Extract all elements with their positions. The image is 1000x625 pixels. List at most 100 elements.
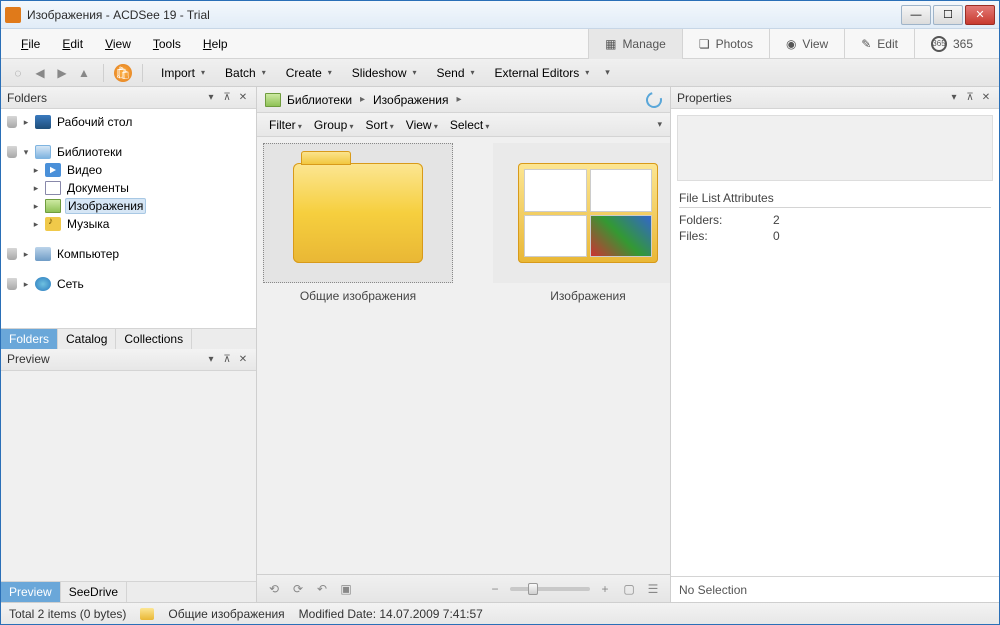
toolbar-create[interactable]: Create [278, 64, 340, 82]
menu-tools[interactable]: Tools [143, 33, 191, 55]
status-selected: Общие изображения [168, 607, 284, 621]
tree-images[interactable]: ▸Изображения [1, 197, 256, 215]
sort-dropdown[interactable]: Sort [362, 118, 398, 132]
toolbar-overflow-icon[interactable]: ▾ [605, 67, 610, 78]
tree-video[interactable]: ▸Видео [1, 161, 256, 179]
panel-pin-icon[interactable]: ⊼ [220, 92, 234, 103]
maximize-button[interactable] [933, 5, 963, 25]
tree-music[interactable]: ▸Музыка [1, 215, 256, 233]
photos-icon: ❏ [699, 37, 710, 51]
mode-manage[interactable]: ▦Manage [588, 29, 682, 59]
status-bar: Total 2 items (0 bytes) Общие изображени… [1, 602, 999, 624]
attr-folders-label: Folders: [679, 213, 749, 227]
folders-panel-header: Folders ▾ ⊼ ✕ [1, 87, 256, 109]
app-icon [5, 7, 21, 23]
panel-menu-icon[interactable]: ▾ [204, 92, 218, 103]
toolbar-import[interactable]: Import [153, 64, 213, 82]
tab-collections[interactable]: Collections [116, 329, 192, 349]
file-list-attributes: File List Attributes Folders:2 Files:0 [671, 187, 999, 248]
menu-help[interactable]: Help [193, 33, 238, 55]
undo-icon[interactable]: ↶ [313, 580, 331, 598]
folder-item-images[interactable]: Изображения [493, 143, 670, 303]
tab-catalog[interactable]: Catalog [58, 329, 116, 349]
panel-pin-icon[interactable]: ⊼ [963, 92, 977, 103]
menubar: File Edit View Tools Help ▦Manage ❏Photo… [1, 29, 999, 59]
mode-365[interactable]: 365365 [914, 29, 989, 59]
attr-files-value: 0 [773, 229, 780, 243]
mode-view[interactable]: ◉View [769, 29, 844, 59]
tree-libraries[interactable]: ▾Библиотеки [1, 143, 256, 161]
nav-up-icon[interactable]: ▲ [75, 64, 93, 82]
filter-dropdown[interactable]: Filter [265, 118, 306, 132]
toolbar-send[interactable]: Send [429, 64, 483, 82]
panel-close-icon[interactable]: ✕ [236, 354, 250, 365]
folder-item-shared-images[interactable]: Общие изображения [263, 143, 453, 303]
folder-icon [140, 608, 154, 620]
close-button[interactable] [965, 5, 995, 25]
properties-panel-header: Properties ▾ ⊼ ✕ [671, 87, 999, 109]
panel-menu-icon[interactable]: ▾ [947, 92, 961, 103]
thumbnail-view-icon[interactable]: ▢ [620, 580, 638, 598]
panel-menu-icon[interactable]: ▾ [204, 354, 218, 365]
panel-pin-icon[interactable]: ⊼ [220, 354, 234, 365]
preview-panel-title: Preview [7, 352, 50, 366]
titlebar[interactable]: Изображения - ACDSee 19 - Trial [1, 1, 999, 29]
refresh-icon[interactable] [643, 89, 665, 111]
nav-fwd-icon[interactable]: ▶ [53, 64, 71, 82]
folders-tree[interactable]: ▸Рабочий стол ▾Библиотеки ▸Видео ▸Докуме… [1, 109, 256, 328]
tree-desktop[interactable]: ▸Рабочий стол [1, 113, 256, 131]
nav-back-icon[interactable]: ◀ [31, 64, 49, 82]
toolbar-batch[interactable]: Batch [217, 64, 274, 82]
toolbar-external[interactable]: External Editors [487, 64, 598, 82]
minimize-button[interactable] [901, 5, 931, 25]
panel-close-icon[interactable]: ✕ [236, 92, 250, 103]
basket-icon[interactable]: 🛍 [114, 64, 132, 82]
zoom-out-icon[interactable]: − [486, 580, 504, 598]
filterbar-overflow-icon[interactable]: ▾ [657, 119, 662, 130]
zoom-in-icon[interactable]: + [596, 580, 614, 598]
menu-edit[interactable]: Edit [52, 33, 93, 55]
attr-files-label: Files: [679, 229, 749, 243]
preview-tab-strip: Preview SeeDrive [1, 581, 256, 602]
tree-network[interactable]: ▸Сеть [1, 275, 256, 293]
folder-label: Изображения [550, 289, 625, 303]
filter-bar: Filter Group Sort View Select ▾ [257, 113, 670, 137]
tab-seedrive[interactable]: SeeDrive [61, 582, 127, 602]
view-dropdown[interactable]: View [402, 118, 442, 132]
toolbar-slideshow[interactable]: Slideshow [344, 64, 425, 82]
folder-icon [293, 163, 423, 263]
tab-preview[interactable]: Preview [1, 582, 61, 602]
preview-area [1, 371, 256, 582]
library-icon [35, 145, 51, 159]
filelist-footer: ⟲ ⟳ ↶ ▣ − + ▢ ☰ [257, 574, 670, 602]
image-icon [45, 199, 61, 213]
breadcrumb-seg-2[interactable]: Изображения [371, 93, 463, 107]
nav-home-icon[interactable]: ◌ [9, 64, 27, 82]
tab-folders[interactable]: Folders [1, 329, 58, 349]
breadcrumb-seg-1[interactable]: Библиотеки [285, 93, 367, 107]
document-icon [45, 181, 61, 195]
panel-close-icon[interactable]: ✕ [979, 92, 993, 103]
breadcrumb-root-icon [265, 93, 281, 107]
menu-file[interactable]: File [11, 33, 50, 55]
mode-photos[interactable]: ❏Photos [682, 29, 769, 59]
select-dropdown[interactable]: Select [446, 118, 494, 132]
section-heading: File List Attributes [679, 191, 991, 208]
rotate-ccw-icon[interactable]: ⟲ [265, 580, 283, 598]
status-total: Total 2 items (0 bytes) [9, 607, 126, 621]
menu-view[interactable]: View [95, 33, 141, 55]
tree-docs[interactable]: ▸Документы [1, 179, 256, 197]
music-icon [45, 217, 61, 231]
mode-edit[interactable]: ✎Edit [844, 29, 914, 59]
globe-icon: 365 [931, 36, 947, 52]
folders-panel-title: Folders [7, 91, 47, 105]
group-dropdown[interactable]: Group [310, 118, 358, 132]
compare-icon[interactable]: ▣ [337, 580, 355, 598]
properties-title: Properties [677, 91, 732, 105]
file-list[interactable]: Общие изображения Изображения [257, 137, 670, 574]
zoom-slider[interactable] [510, 587, 590, 591]
rotate-cw-icon[interactable]: ⟳ [289, 580, 307, 598]
details-view-icon[interactable]: ☰ [644, 580, 662, 598]
tree-computer[interactable]: ▸Компьютер [1, 245, 256, 263]
breadcrumb[interactable]: Библиотеки Изображения [257, 87, 670, 113]
